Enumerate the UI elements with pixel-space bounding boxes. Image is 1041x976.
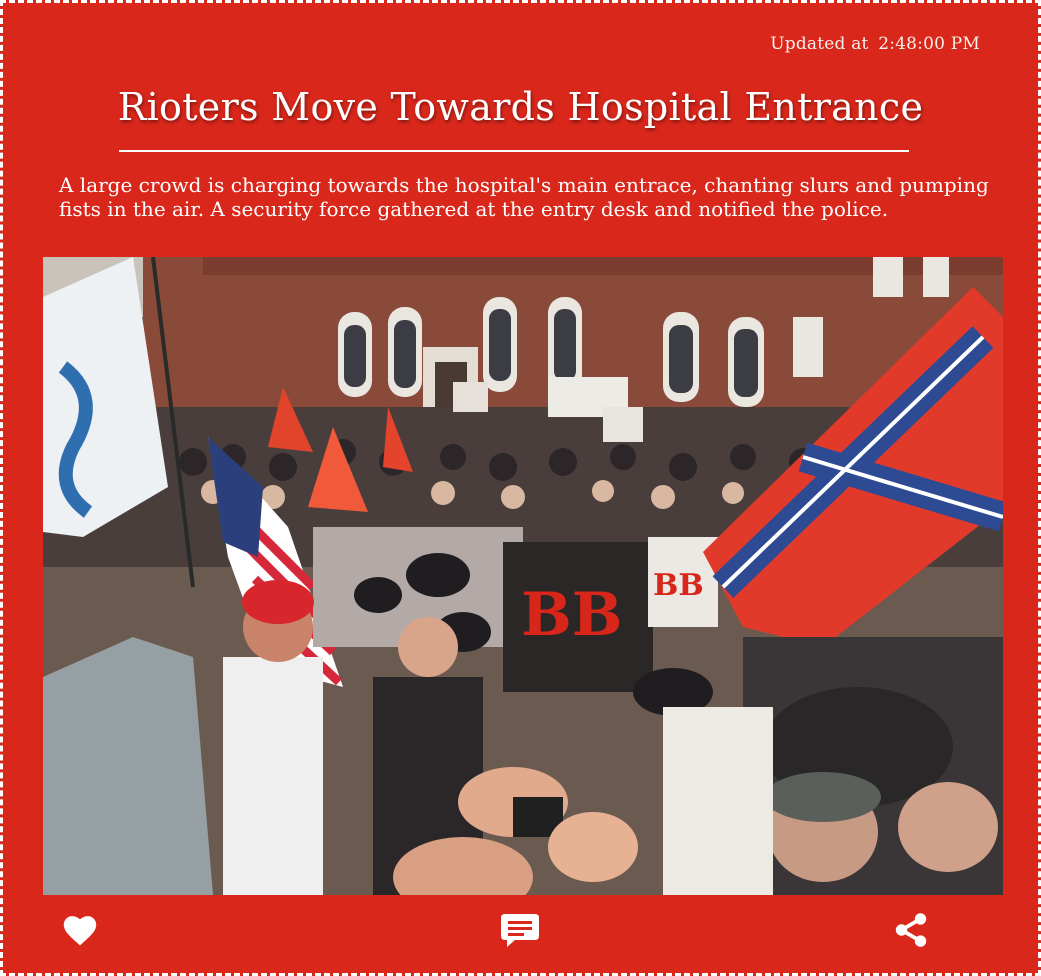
share-icon [895, 913, 927, 947]
heart-icon [63, 916, 97, 946]
comment-button[interactable] [498, 908, 542, 952]
comment-icon [501, 914, 539, 947]
story-summary: A large crowd is charging towards the ho… [59, 173, 989, 221]
action-bar [3, 908, 1038, 958]
headline-divider [119, 150, 909, 152]
news-photo-illustration: BB BB [43, 257, 1003, 895]
sign-text-2: BB [653, 568, 704, 603]
like-button[interactable] [58, 908, 102, 952]
updated-time: 2:48:00 PM [878, 34, 980, 54]
updated-label: Updated at [770, 34, 869, 54]
headline: Rioters Move Towards Hospital Entrance [117, 85, 924, 129]
sign-text-1: BB [521, 580, 622, 650]
share-button[interactable] [889, 908, 933, 952]
updated-timestamp: Updated at 2:48:00 PM [770, 34, 980, 54]
news-card: Updated at 2:48:00 PM Rioters Move Towar… [0, 0, 1041, 976]
news-photo: BB BB [43, 257, 1003, 895]
